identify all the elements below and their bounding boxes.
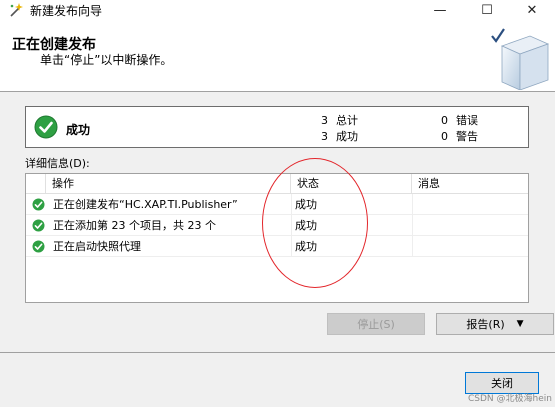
footer-divider xyxy=(0,352,555,353)
details-label: 详细信息(D): xyxy=(25,157,90,170)
row-message xyxy=(416,215,526,236)
column-header-message[interactable]: 消息 xyxy=(412,174,528,194)
report-button[interactable]: 报告(R) ▼ xyxy=(436,313,554,335)
row-status: 成功 xyxy=(295,198,317,211)
report-button-label: 报告(R) xyxy=(466,318,505,331)
book-checkmark-icon xyxy=(491,28,550,90)
maximize-button[interactable]: ☐ xyxy=(464,0,510,20)
stop-button[interactable]: 停止(S) xyxy=(327,313,425,335)
error-stat: 0 错误 xyxy=(441,114,478,127)
success-check-icon xyxy=(34,115,58,139)
table-header: 操作 状态 消息 xyxy=(26,174,528,194)
summary-status: 成功 xyxy=(66,123,91,137)
row-message xyxy=(416,236,526,257)
row-action: 正在创建发布“HC.XAP.TI.Publisher” xyxy=(53,198,238,211)
title-bar: 新建发布向导 — ☐ ✕ xyxy=(0,0,555,20)
wizard-header: 正在创建发布 单击“停止”以中断操作。 xyxy=(0,20,555,92)
success-check-icon xyxy=(32,198,45,211)
dropdown-arrow-icon: ▼ xyxy=(516,319,524,329)
page-subtitle: 单击“停止”以中断操作。 xyxy=(40,53,173,67)
row-message xyxy=(416,194,526,215)
wizard-app-icon xyxy=(10,3,23,17)
column-header-status[interactable]: 状态 xyxy=(291,174,412,194)
success-check-icon xyxy=(32,219,45,232)
table-row[interactable]: 正在创建发布“HC.XAP.TI.Publisher” 成功 xyxy=(26,194,528,215)
minimize-button[interactable]: — xyxy=(417,0,463,20)
row-status: 成功 xyxy=(295,219,317,232)
column-header-action[interactable]: 操作 xyxy=(46,174,291,194)
row-action: 正在启动快照代理 xyxy=(53,240,141,253)
watermark: CSDN @北极海hein xyxy=(468,394,552,404)
table-row[interactable]: 正在添加第 23 个项目，共 23 个 成功 xyxy=(26,215,528,236)
details-table[interactable]: 操作 状态 消息 正在创建发布“HC.XAP.TI.Publisher” 成功 … xyxy=(25,173,529,303)
table-header-icon-col xyxy=(26,174,46,194)
success-stat: 3 成功 xyxy=(321,130,358,143)
row-action: 正在添加第 23 个项目，共 23 个 xyxy=(53,219,216,232)
total-stat: 3 总计 xyxy=(321,114,358,127)
close-window-button[interactable]: ✕ xyxy=(509,0,555,20)
warning-stat: 0 警告 xyxy=(441,130,478,143)
success-check-icon xyxy=(32,240,45,253)
table-row[interactable]: 正在启动快照代理 成功 xyxy=(26,236,528,257)
row-status: 成功 xyxy=(295,240,317,253)
window-title: 新建发布向导 xyxy=(30,4,103,18)
summary-panel: 成功 3 总计 3 成功 0 错误 0 警告 xyxy=(25,106,529,148)
